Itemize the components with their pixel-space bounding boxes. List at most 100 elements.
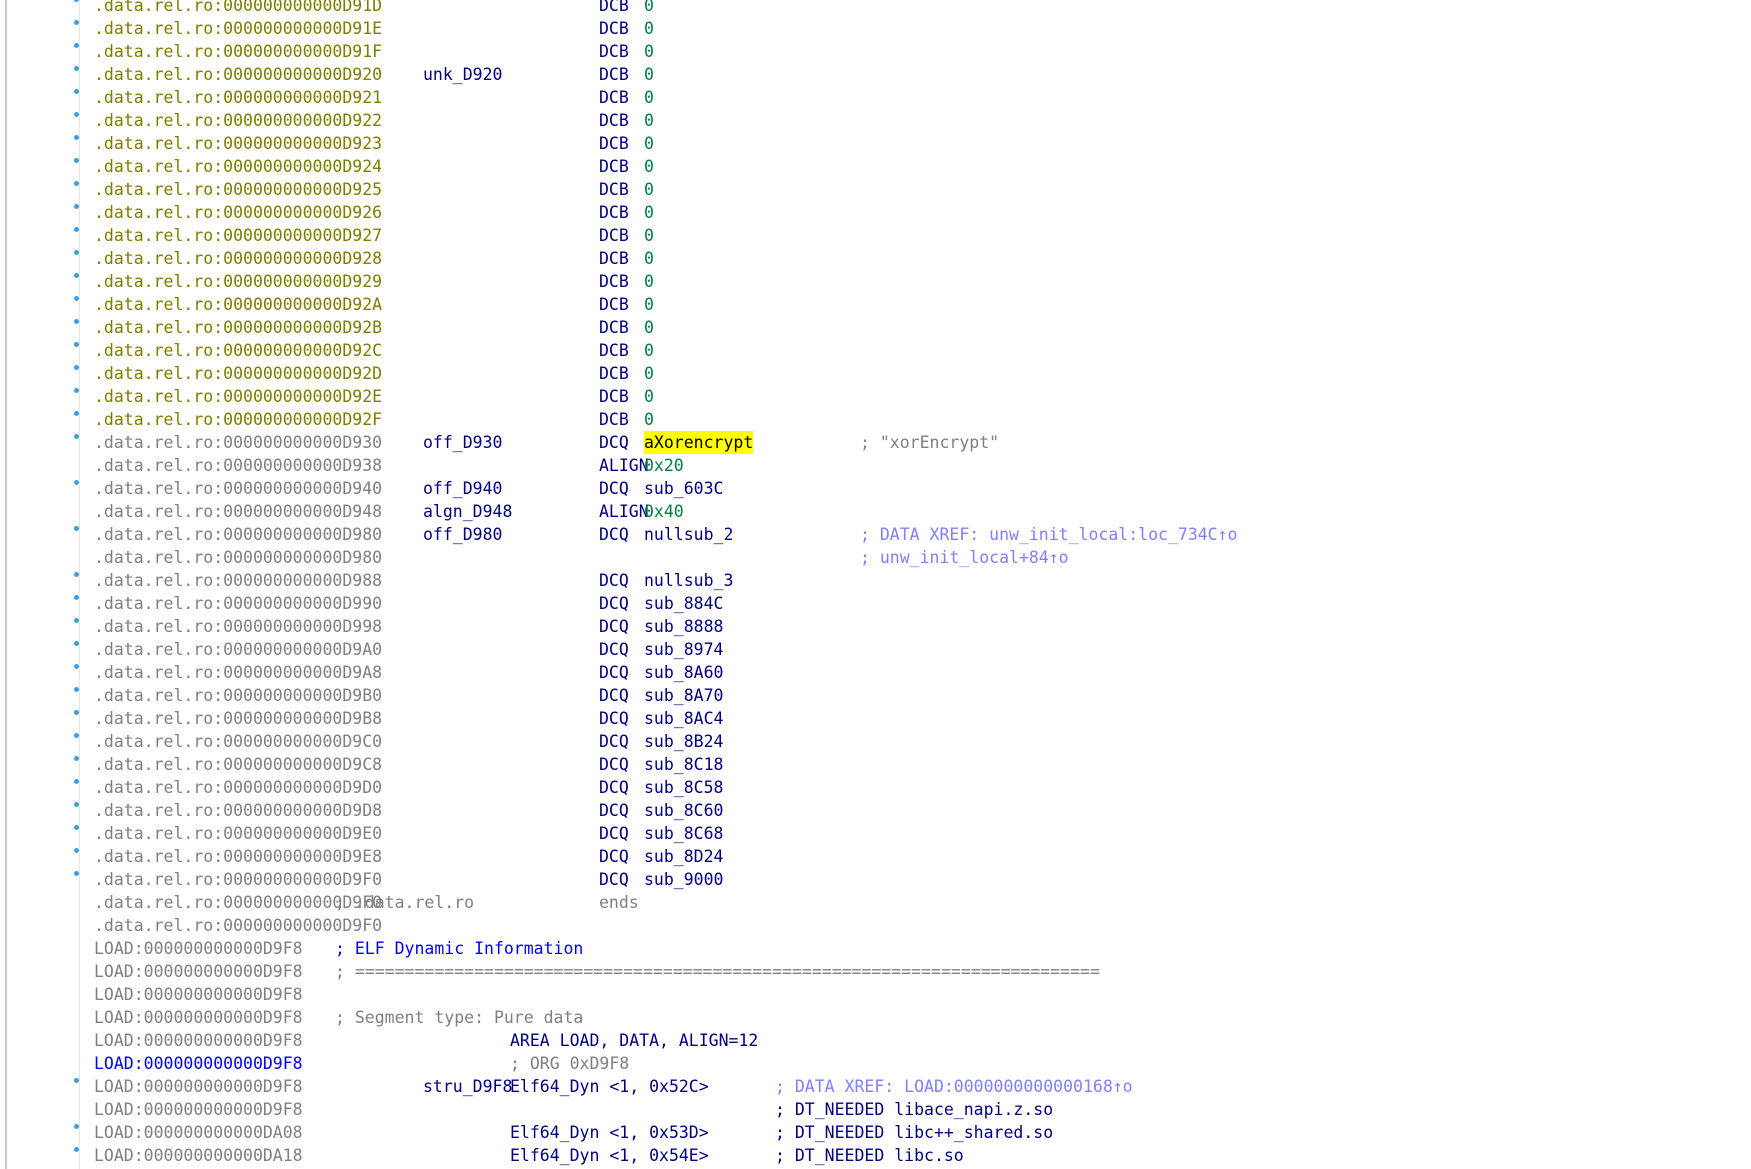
line-label[interactable]: algn_D948: [423, 500, 512, 523]
line-address[interactable]: LOAD:000000000000D9F8: [94, 1075, 303, 1098]
line-address[interactable]: .data.rel.ro:000000000000D92C: [94, 339, 382, 362]
listing-line[interactable]: .data.rel.ro:000000000000D9C0 DCQ sub_8B24: [0, 730, 1751, 753]
line-address[interactable]: .data.rel.ro:000000000000D930: [94, 431, 382, 454]
breakpoint-dot-icon[interactable]: [74, 1078, 79, 1083]
line-operand[interactable]: nullsub_2: [644, 523, 733, 546]
listing-line[interactable]: LOAD:000000000000D9F8 ; ELF Dynamic Infor…: [0, 937, 1751, 960]
breakpoint-dot-icon[interactable]: [74, 43, 79, 48]
line-operand[interactable]: 0: [644, 316, 654, 339]
line-operand[interactable]: sub_8B24: [644, 730, 723, 753]
line-operand[interactable]: aXorencrypt: [644, 431, 754, 454]
line-address[interactable]: .data.rel.ro:000000000000D926: [94, 201, 382, 224]
listing-line[interactable]: LOAD:000000000000DA18 Elf64_Dyn <1, 0x54E…: [0, 1144, 1751, 1167]
line-operand[interactable]: sub_8A70: [644, 684, 723, 707]
breakpoint-dot-icon[interactable]: [74, 871, 79, 876]
breakpoint-dot-icon[interactable]: [74, 319, 79, 324]
line-address[interactable]: .data.rel.ro:000000000000D998: [94, 615, 382, 638]
listing-line[interactable]: LOAD:000000000000D9F8: [0, 983, 1751, 1006]
line-address[interactable]: .data.rel.ro:000000000000D980: [94, 546, 382, 569]
line-address[interactable]: .data.rel.ro:000000000000D925: [94, 178, 382, 201]
line-address[interactable]: .data.rel.ro:000000000000D91E: [94, 17, 382, 40]
line-operand[interactable]: 0: [644, 362, 654, 385]
breakpoint-dot-icon[interactable]: [74, 779, 79, 784]
listing-line[interactable]: .data.rel.ro:000000000000D925 DCB 0: [0, 178, 1751, 201]
listing-line[interactable]: .data.rel.ro:000000000000D9E0 DCQ sub_8C68: [0, 822, 1751, 845]
line-operand[interactable]: 0: [644, 40, 654, 63]
line-operand[interactable]: 0: [644, 109, 654, 132]
line-operand[interactable]: 0: [644, 63, 654, 86]
breakpoint-dot-icon[interactable]: [74, 480, 79, 485]
breakpoint-dot-icon[interactable]: [74, 526, 79, 531]
listing-line[interactable]: .data.rel.ro:000000000000D926 DCB 0: [0, 201, 1751, 224]
line-address[interactable]: LOAD:000000000000D9F8: [94, 1098, 303, 1121]
line-address[interactable]: .data.rel.ro:000000000000D92F: [94, 408, 382, 431]
breakpoint-dot-icon[interactable]: [74, 572, 79, 577]
breakpoint-dot-icon[interactable]: [74, 618, 79, 623]
listing-line[interactable]: .data.rel.ro:000000000000D930 off_D930 DCQ…: [0, 431, 1751, 454]
listing-line[interactable]: .data.rel.ro:000000000000D924 DCB 0: [0, 155, 1751, 178]
line-operand[interactable]: nullsub_3: [644, 569, 733, 592]
breakpoint-dot-icon[interactable]: [74, 181, 79, 186]
line-label[interactable]: unk_D920: [423, 63, 502, 86]
line-operand[interactable]: 0x40: [644, 500, 684, 523]
line-operand[interactable]: 0x20: [644, 454, 684, 477]
listing-line[interactable]: .data.rel.ro:000000000000D988 DCQ nullsub_…: [0, 569, 1751, 592]
listing-line[interactable]: .data.rel.ro:000000000000D9F0; .data.rel…: [0, 891, 1751, 914]
line-address[interactable]: LOAD:000000000000D9F8: [94, 1029, 303, 1052]
listing-line[interactable]: .data.rel.ro:000000000000D91E DCB 0: [0, 17, 1751, 40]
line-operand[interactable]: 0: [644, 201, 654, 224]
listing-line[interactable]: .data.rel.ro:000000000000D998 DCQ sub_8888: [0, 615, 1751, 638]
line-operand[interactable]: 0: [644, 247, 654, 270]
line-operand[interactable]: sub_8D24: [644, 845, 723, 868]
line-address[interactable]: LOAD:000000000000DA08: [94, 1121, 303, 1144]
line-address[interactable]: .data.rel.ro:000000000000D9F0: [94, 868, 382, 891]
breakpoint-dot-icon[interactable]: [74, 710, 79, 715]
listing-line[interactable]: .data.rel.ro:000000000000D980 off_D980 DCQ…: [0, 523, 1751, 546]
listing-line[interactable]: .data.rel.ro:000000000000D9E8 DCQ sub_8D24: [0, 845, 1751, 868]
line-address[interactable]: LOAD:000000000000D9F8: [94, 1006, 303, 1029]
line-address[interactable]: .data.rel.ro:000000000000D928: [94, 247, 382, 270]
listing-line[interactable]: LOAD:000000000000DA08 Elf64_Dyn <1, 0x53D…: [0, 1121, 1751, 1144]
breakpoint-dot-icon[interactable]: [74, 342, 79, 347]
line-address[interactable]: LOAD:000000000000D9F8: [94, 983, 303, 1006]
listing-line[interactable]: .data.rel.ro:000000000000D927 DCB 0: [0, 224, 1751, 247]
line-address[interactable]: .data.rel.ro:000000000000D927: [94, 224, 382, 247]
line-address[interactable]: .data.rel.ro:000000000000D9C8: [94, 753, 382, 776]
line-operand[interactable]: sub_8A60: [644, 661, 723, 684]
line-address[interactable]: .data.rel.ro:000000000000D9B0: [94, 684, 382, 707]
listing-line[interactable]: .data.rel.ro:000000000000D9A0 DCQ sub_8974: [0, 638, 1751, 661]
listing-line[interactable]: .data.rel.ro:000000000000D923 DCB 0: [0, 132, 1751, 155]
line-address[interactable]: .data.rel.ro:000000000000D948: [94, 500, 382, 523]
listing-line[interactable]: .data.rel.ro:000000000000D92B DCB 0: [0, 316, 1751, 339]
line-label[interactable]: off_D980: [423, 523, 502, 546]
listing-line[interactable]: .data.rel.ro:000000000000D92D DCB 0: [0, 362, 1751, 385]
line-operand[interactable]: sub_8AC4: [644, 707, 723, 730]
listing-line[interactable]: .data.rel.ro:000000000000D9B8 DCQ sub_8AC4: [0, 707, 1751, 730]
line-address[interactable]: LOAD:000000000000D9F8: [94, 960, 303, 983]
breakpoint-dot-icon[interactable]: [74, 411, 79, 416]
line-address[interactable]: .data.rel.ro:000000000000D9E0: [94, 822, 382, 845]
line-address[interactable]: .data.rel.ro:000000000000D9D8: [94, 799, 382, 822]
line-address[interactable]: .data.rel.ro:000000000000D923: [94, 132, 382, 155]
line-address[interactable]: .data.rel.ro:000000000000D92E: [94, 385, 382, 408]
breakpoint-dot-icon[interactable]: [74, 296, 79, 301]
listing-line[interactable]: .data.rel.ro:000000000000D91F DCB 0: [0, 40, 1751, 63]
listing-line[interactable]: .data.rel.ro:000000000000D9F0: [0, 914, 1751, 937]
line-operand[interactable]: sub_8C60: [644, 799, 723, 822]
listing-line[interactable]: .data.rel.ro:000000000000D9A8 DCQ sub_8A60: [0, 661, 1751, 684]
listing-line[interactable]: .data.rel.ro:000000000000D940 off_D940 DCQ…: [0, 477, 1751, 500]
line-operand[interactable]: 0: [644, 293, 654, 316]
line-address[interactable]: LOAD:000000000000DA18: [94, 1144, 303, 1167]
listing-line[interactable]: .data.rel.ro:000000000000D92F DCB 0: [0, 408, 1751, 431]
breakpoint-dot-icon[interactable]: [74, 388, 79, 393]
line-address[interactable]: .data.rel.ro:000000000000D9A0: [94, 638, 382, 661]
line-address[interactable]: .data.rel.ro:000000000000D990: [94, 592, 382, 615]
breakpoint-dot-icon[interactable]: [74, 158, 79, 163]
listing-line[interactable]: .data.rel.ro:000000000000D948 algn_D948 AL…: [0, 500, 1751, 523]
line-operand[interactable]: 0: [644, 132, 654, 155]
listing-line[interactable]: .data.rel.ro:000000000000D9B0 DCQ sub_8A70: [0, 684, 1751, 707]
breakpoint-dot-icon[interactable]: [74, 733, 79, 738]
line-operand[interactable]: sub_8C58: [644, 776, 723, 799]
breakpoint-dot-icon[interactable]: [74, 135, 79, 140]
listing-line[interactable]: LOAD:000000000000D9F8 ; DT_NEEDED libace_…: [0, 1098, 1751, 1121]
